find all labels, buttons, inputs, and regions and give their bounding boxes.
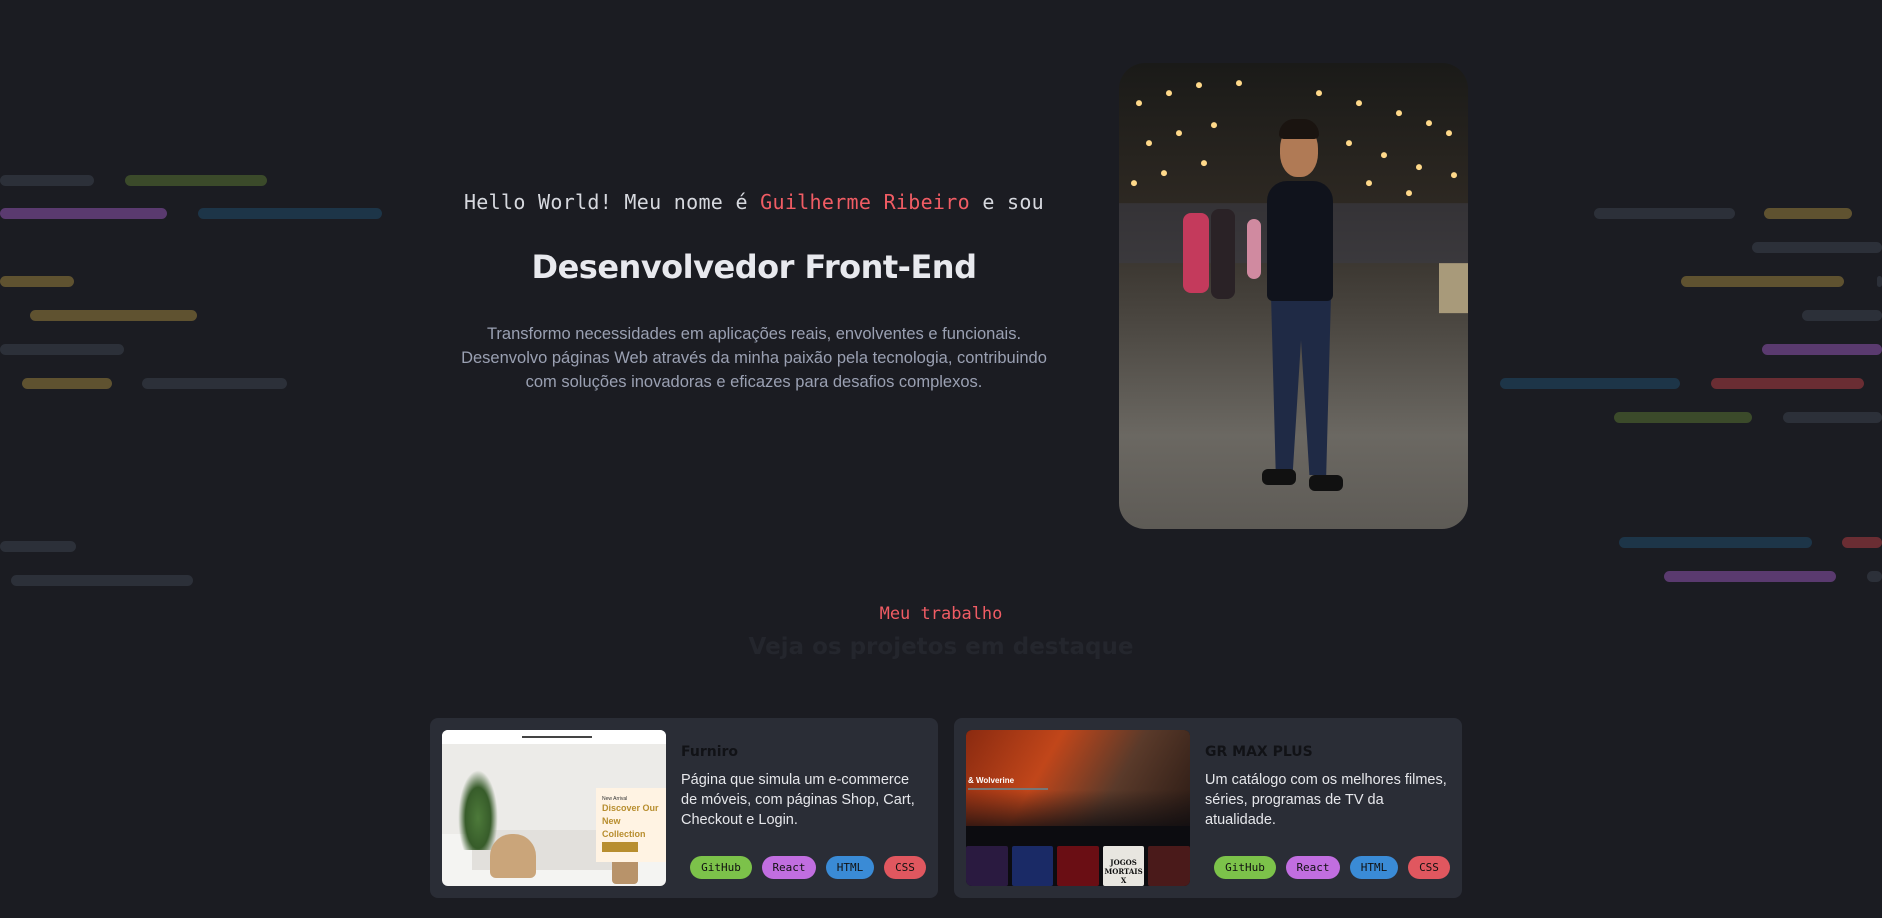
thumbnail-movie-synopsis bbox=[968, 788, 1048, 790]
project-tags: GitHub React HTML CSS bbox=[690, 856, 926, 879]
greeting-prefix: Hello World! Meu nome é bbox=[463, 190, 748, 214]
project-thumbnail[interactable]: New Arrival Discover Our New Collection bbox=[442, 730, 666, 886]
thumbnail-plant bbox=[458, 770, 498, 850]
background-person bbox=[1183, 213, 1209, 293]
movie-poster bbox=[1011, 846, 1054, 886]
decorative-code-lines bbox=[0, 0, 1882, 918]
movie-poster bbox=[966, 846, 1008, 886]
hero-section: Hello World! Meu nome é Guilherme Ribeir… bbox=[430, 190, 1078, 394]
background-person bbox=[1211, 209, 1235, 299]
css-tag: CSS bbox=[884, 856, 926, 879]
thumbnail-navbar bbox=[442, 730, 666, 744]
developer-name: Guilherme Ribeiro bbox=[760, 190, 970, 214]
project-card-grmax[interactable]: & Wolverine JOGOS MORTAIS X GR MAX PLUS … bbox=[954, 718, 1462, 898]
section-title: Veja os projetos em destaque bbox=[748, 634, 1134, 660]
css-tag: CSS bbox=[1408, 856, 1450, 879]
html-tag: HTML bbox=[1350, 856, 1398, 879]
project-description: Página que simula um e-commerce de móvei… bbox=[681, 772, 915, 828]
person-legs bbox=[1271, 295, 1331, 475]
thumbnail-movie-row: JOGOS MORTAIS X bbox=[966, 846, 1190, 886]
movie-poster bbox=[1057, 846, 1099, 886]
person-shoe bbox=[1309, 475, 1343, 491]
thumbnail-chair bbox=[490, 834, 536, 878]
background-person bbox=[1247, 219, 1261, 279]
person-hair bbox=[1279, 119, 1319, 139]
project-title: GR MAX PLUS bbox=[1205, 744, 1313, 760]
movie-poster bbox=[1148, 846, 1190, 886]
html-tag: HTML bbox=[826, 856, 874, 879]
project-thumbnail[interactable]: & Wolverine JOGOS MORTAIS X bbox=[966, 730, 1190, 886]
project-tags: GitHub React HTML CSS bbox=[1214, 856, 1450, 879]
person-torso bbox=[1267, 181, 1333, 301]
project-title: Furniro bbox=[681, 744, 739, 760]
movie-poster: JOGOS MORTAIS X bbox=[1102, 846, 1145, 886]
hero-description: Transformo necessidades em aplicações re… bbox=[461, 325, 1047, 391]
react-tag: React bbox=[762, 856, 816, 879]
github-tag[interactable]: GitHub bbox=[690, 856, 752, 879]
github-tag[interactable]: GitHub bbox=[1214, 856, 1276, 879]
project-card-furniro[interactable]: New Arrival Discover Our New Collection … bbox=[430, 718, 938, 898]
thumbnail-headline: Discover Our New Collection bbox=[602, 803, 659, 839]
person-shoe bbox=[1262, 469, 1296, 485]
react-tag: React bbox=[1286, 856, 1340, 879]
greeting-suffix: e sou bbox=[982, 190, 1045, 214]
profile-photo bbox=[1119, 63, 1468, 529]
role-title: Desenvolvedor Front-End bbox=[531, 248, 977, 286]
project-description: Um catálogo com os melhores filmes, séri… bbox=[1205, 772, 1447, 828]
thumbnail-promo-panel: New Arrival Discover Our New Collection bbox=[596, 788, 666, 862]
greeting-line: Hello World! Meu nome é Guilherme Ribeir… bbox=[430, 190, 1078, 214]
thumbnail-movie-title: & Wolverine bbox=[968, 776, 1015, 785]
thumbnail-buy-button bbox=[602, 842, 638, 852]
section-tag: Meu trabalho bbox=[879, 604, 1003, 624]
